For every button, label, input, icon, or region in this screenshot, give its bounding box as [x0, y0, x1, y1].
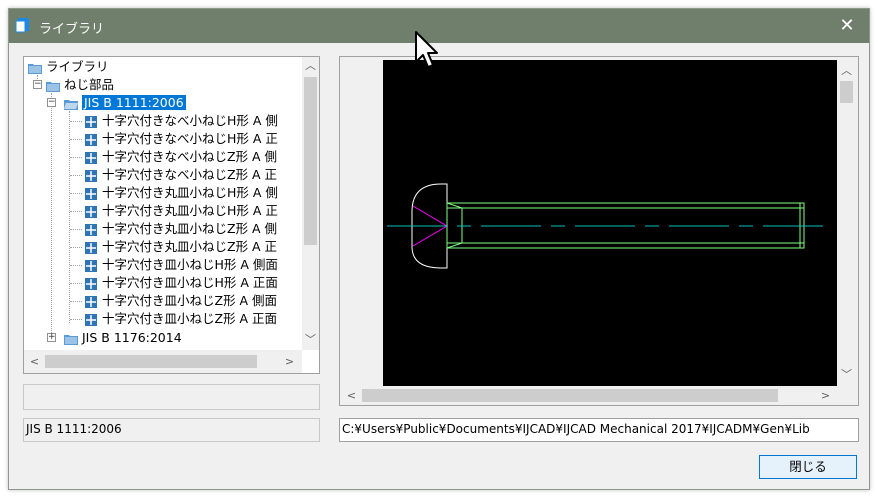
tree-leaf-item[interactable]: 十字穴付き皿小ねじH形 A 側面	[84, 256, 278, 274]
tree-node-label: JIS B 1176:2014	[82, 330, 182, 345]
tree-leaf-label: 十字穴付き丸皿小ねじZ形 A 正	[102, 239, 278, 254]
tree-leaf-label: 十字穴付きなべ小ねじH形 A 正	[102, 131, 278, 146]
scroll-right-icon[interactable]: >	[281, 353, 298, 370]
tree-leaf-item[interactable]: 十字穴付き皿小ねじZ形 A 正面	[84, 310, 277, 328]
folder-open-icon	[64, 99, 78, 110]
tree-horizontal-scrollbar[interactable]: < >	[24, 350, 302, 373]
tree-vertical-scrollbar[interactable]: ︿ ﹀	[302, 57, 319, 350]
title-bar[interactable]: ライブラリ ✕	[9, 9, 869, 43]
library-dialog: ライブラリ ✕ ライブラリ − ねじ部品 − JIS B 1111:2006 十…	[8, 8, 870, 490]
folder-icon	[46, 81, 60, 92]
tree-leaf-label: 十字穴付き皿小ねじH形 A 正面	[102, 275, 278, 290]
preview-panel: ︿ ﹀ < >	[339, 56, 859, 406]
block-file-icon	[85, 241, 97, 254]
block-file-icon	[85, 115, 97, 128]
tree-leaf-label: 十字穴付き丸皿小ねじH形 A 正	[102, 203, 278, 218]
block-file-icon	[85, 187, 97, 200]
scroll-thumb[interactable]	[840, 81, 853, 103]
close-window-button[interactable]: ✕	[825, 9, 869, 43]
expand-toggle[interactable]: +	[47, 333, 56, 342]
block-file-icon	[85, 169, 97, 182]
mouse-cursor-icon	[415, 31, 438, 68]
tree-node-label: JIS B 1111:2006	[82, 95, 186, 110]
selected-node-field: JIS B 1111:2006	[23, 418, 320, 442]
tree-leaf-item[interactable]: 十字穴付きなべ小ねじH形 A 側	[84, 112, 278, 130]
tree-leaf-label: 十字穴付き丸皿小ねじZ形 A 側	[102, 221, 278, 236]
scroll-left-icon[interactable]: <	[26, 353, 43, 370]
block-file-icon	[85, 223, 97, 236]
block-file-icon	[85, 133, 97, 146]
tree-leaf-label: 十字穴付きなべ小ねじZ形 A 正	[102, 167, 278, 182]
scroll-thumb[interactable]	[362, 389, 778, 402]
folder-icon	[64, 334, 78, 345]
collapse-toggle[interactable]: −	[47, 98, 56, 107]
window-title: ライブラリ	[39, 22, 105, 37]
tree-leaf-label: 十字穴付きなべ小ねじZ形 A 側	[102, 149, 278, 164]
tree-leaf-item[interactable]: 十字穴付き丸皿小ねじZ形 A 側	[84, 220, 277, 238]
scroll-down-icon[interactable]: ﹀	[302, 331, 319, 348]
block-file-icon	[85, 313, 97, 326]
tree-leaf-item[interactable]: 十字穴付き丸皿小ねじH形 A 側	[84, 184, 278, 202]
tree-content: ライブラリ − ねじ部品 − JIS B 1111:2006 十字穴付きなべ小ね…	[24, 57, 302, 350]
scroll-thumb[interactable]	[304, 77, 317, 245]
block-file-icon	[85, 205, 97, 218]
tree-node-category[interactable]: ねじ部品	[46, 76, 114, 94]
scroll-up-icon[interactable]: ︿	[838, 62, 855, 79]
preview-vertical-scrollbar[interactable]: ︿ ﹀	[837, 60, 856, 386]
tree-leaf-item[interactable]: 十字穴付き丸皿小ねじH形 A 正	[84, 202, 278, 220]
library-tree[interactable]: ライブラリ − ねじ部品 − JIS B 1111:2006 十字穴付きなべ小ね…	[23, 56, 320, 374]
tree-leaf-item[interactable]: 十字穴付き皿小ねじZ形 A 側面	[84, 292, 277, 310]
scroll-left-icon[interactable]: <	[343, 387, 360, 404]
block-file-icon	[85, 151, 97, 164]
tree-node-root[interactable]: ライブラリ	[28, 58, 109, 76]
tree-leaf-item[interactable]: 十字穴付きなべ小ねじZ形 A 正	[84, 166, 277, 184]
file-path-field[interactable]: C:¥Users¥Public¥Documents¥IJCAD¥IJCAD Me…	[339, 418, 859, 442]
collapse-toggle[interactable]: −	[33, 80, 42, 89]
tree-leaf-label: 十字穴付き皿小ねじZ形 A 正面	[102, 311, 278, 326]
close-icon: ✕	[839, 15, 855, 36]
description-box	[23, 384, 320, 410]
preview-canvas	[383, 60, 837, 386]
screw-drawing	[387, 183, 831, 269]
scroll-right-icon[interactable]: >	[817, 387, 834, 404]
block-file-icon	[85, 277, 97, 290]
scroll-up-icon[interactable]: ︿	[302, 57, 319, 74]
tree-node-selected[interactable]: JIS B 1111:2006	[64, 94, 186, 112]
close-button[interactable]: 閉じる	[759, 455, 857, 479]
scroll-thumb[interactable]	[45, 355, 257, 368]
block-file-icon	[85, 295, 97, 308]
tree-leaf-item[interactable]: 十字穴付き皿小ねじH形 A 正面	[84, 274, 278, 292]
tree-leaf-item[interactable]: 十字穴付き丸皿小ねじZ形 A 正	[84, 238, 277, 256]
preview-horizontal-scrollbar[interactable]: < >	[340, 386, 837, 405]
tree-node-label: ライブラリ	[46, 59, 109, 74]
library-app-icon	[15, 18, 29, 33]
tree-leaf-label: 十字穴付きなべ小ねじH形 A 側	[102, 113, 278, 128]
tree-leaf-label: 十字穴付き丸皿小ねじH形 A 側	[102, 185, 278, 200]
scroll-down-icon[interactable]: ﹀	[838, 366, 855, 383]
block-file-icon	[85, 259, 97, 272]
tree-node-next[interactable]: JIS B 1176:2014	[64, 329, 182, 347]
folder-icon	[28, 63, 42, 74]
tree-leaf-item[interactable]: 十字穴付きなべ小ねじZ形 A 側	[84, 148, 277, 166]
tree-leaf-item[interactable]: 十字穴付きなべ小ねじH形 A 正	[84, 130, 278, 148]
tree-leaf-label: 十字穴付き皿小ねじZ形 A 側面	[102, 293, 278, 308]
tree-leaf-label: 十字穴付き皿小ねじH形 A 側面	[102, 257, 278, 272]
tree-node-label: ねじ部品	[64, 77, 115, 92]
